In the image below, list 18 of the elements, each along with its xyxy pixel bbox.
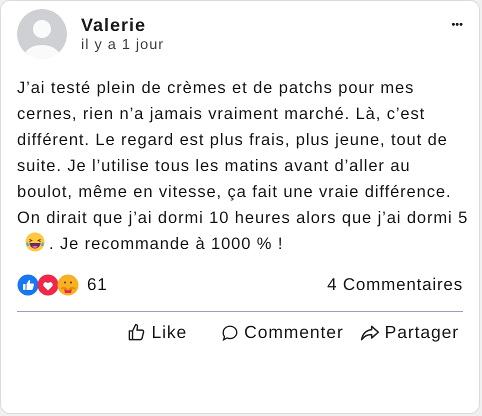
thumbs-up-icon <box>127 323 146 342</box>
post-text: J’ai testé plein de crèmes et de patchs pour mes cernes, rien n’a jamais vraiment marché. Là, c’est différent. Le regard est plus frais, plus jeune, tout de suite. Je l’utilise tous les matins avant d’aller au boulot, même en vitesse, ça fait une vraie différence. On dirait que j’ai dormi 10 heures alors que j’ai dormi 5 <box>17 79 468 227</box>
author-name[interactable]: Valerie <box>81 15 438 36</box>
laughing-face-icon <box>25 232 45 252</box>
avatar-icon <box>17 9 67 59</box>
share-arrow-icon <box>360 322 380 342</box>
speech-bubble-icon <box>221 324 240 342</box>
hug-reaction-icon <box>57 274 79 296</box>
post-text-ending: . Je recommande à 1000 % ! <box>49 235 284 253</box>
heart-reaction-icon <box>37 274 59 296</box>
reaction-count[interactable]: 61 <box>87 275 328 295</box>
like-button[interactable]: Like <box>123 322 192 343</box>
comment-button[interactable]: Commenter <box>217 322 348 343</box>
post-time: il y a 1 jour <box>81 37 166 53</box>
comments-count-link[interactable]: 4 Commentaires <box>327 275 463 295</box>
like-reaction-icon <box>17 274 39 296</box>
more-options-button[interactable]: ••• <box>451 19 463 31</box>
share-button[interactable]: Partager <box>356 322 463 343</box>
